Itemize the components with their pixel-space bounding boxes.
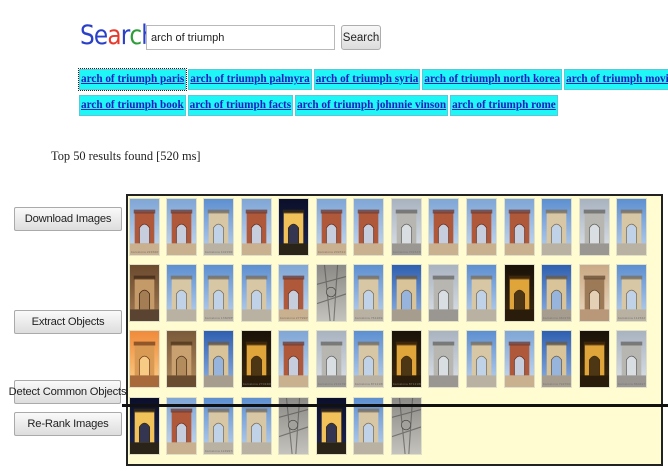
suggestion-link-book[interactable]: arch of triumph book xyxy=(79,95,186,116)
thumbnail-caption: barcelona 8712180 xyxy=(393,382,422,386)
thumbnail-caption: barcelona 2702468 xyxy=(243,382,272,386)
download-images-button[interactable]: Download Images xyxy=(14,207,122,231)
thumbnail-caption: barcelona 2097413 xyxy=(318,250,347,254)
thumbnail-grid: barcelona 2245667 barcelona 1021563 barcel… xyxy=(128,196,661,464)
image-thumbnail[interactable] xyxy=(166,330,197,388)
image-thumbnail[interactable] xyxy=(428,264,459,322)
image-thumbnail[interactable] xyxy=(203,330,234,388)
image-thumbnail[interactable] xyxy=(391,264,422,322)
thumbnail-caption: barcelona 2245667 xyxy=(131,250,160,254)
image-thumbnail[interactable]: barcelona 7612694 xyxy=(353,264,384,322)
thumbnail-caption: barcelona 4601764 xyxy=(543,316,572,320)
thumbnail-caption: barcelona 8712180 xyxy=(355,382,384,386)
image-thumbnail[interactable] xyxy=(579,198,610,256)
image-thumbnail[interactable]: barcelona 8604973 xyxy=(616,330,647,388)
image-thumbnail[interactable]: barcelona 21017993 xyxy=(316,330,347,388)
image-thumbnail[interactable]: barcelona 8712180 xyxy=(391,330,422,388)
image-thumbnail[interactable] xyxy=(129,330,160,388)
image-thumbnail[interactable] xyxy=(466,264,497,322)
image-thumbnail[interactable]: barcelona 7927004 xyxy=(541,330,572,388)
image-thumbnail[interactable] xyxy=(504,264,535,322)
suggestion-row-2: arch of triumph book arch of triumph fac… xyxy=(79,95,659,116)
image-thumbnail[interactable] xyxy=(579,330,610,388)
thumbnail-caption: barcelona 7612694 xyxy=(355,316,384,320)
image-thumbnail[interactable] xyxy=(504,198,535,256)
thumbnail-caption: barcelona 1021563 xyxy=(205,250,234,254)
thumbnail-caption: barcelona 27799056 xyxy=(280,316,309,320)
suggestion-link-north-korea[interactable]: arch of triumph north korea xyxy=(422,69,563,90)
image-thumbnail[interactable] xyxy=(166,264,197,322)
image-thumbnail[interactable] xyxy=(241,198,272,256)
image-thumbnail[interactable] xyxy=(428,330,459,388)
suggestion-link-johnnie-vinson[interactable]: arch of triumph johnnie vinson xyxy=(295,95,449,116)
row-separator xyxy=(122,404,668,407)
image-thumbnail[interactable] xyxy=(541,198,572,256)
thumbnail-caption: barcelona 21017993 xyxy=(318,382,347,386)
suggestion-link-syria[interactable]: arch of triumph syria xyxy=(313,69,421,90)
image-thumbnail[interactable] xyxy=(166,198,197,256)
image-thumbnail[interactable]: barcelona 11232271 xyxy=(616,264,647,322)
image-thumbnail[interactable]: barcelona 2097413 xyxy=(316,198,347,256)
logo-letter: c xyxy=(129,20,142,51)
suggestion-link-facts[interactable]: arch of triumph facts xyxy=(187,95,294,116)
image-thumbnail[interactable] xyxy=(466,198,497,256)
thumbnail-caption: barcelona 12499727 xyxy=(205,449,234,453)
suggestion-link-paris[interactable]: arch of triumph paris xyxy=(77,68,188,91)
image-thumbnail[interactable] xyxy=(129,264,160,322)
image-thumbnail[interactable] xyxy=(428,198,459,256)
image-results-panel: barcelona 2245667 barcelona 1021563 barcel… xyxy=(126,194,663,466)
image-thumbnail[interactable]: barcelona 7015230 xyxy=(391,198,422,256)
extract-objects-button[interactable]: Extract Objects xyxy=(14,310,122,334)
results-count: Top 50 results found [520 ms] xyxy=(51,149,201,163)
thumbnail-caption: barcelona 8604973 xyxy=(618,382,647,386)
image-thumbnail[interactable] xyxy=(466,330,497,388)
thumbnail-caption: barcelona 7015230 xyxy=(393,250,422,254)
image-thumbnail[interactable] xyxy=(241,264,272,322)
logo-letter: a xyxy=(107,20,121,51)
detect-common-objects-button[interactable]: Detect Common Objects xyxy=(9,380,127,404)
image-thumbnail[interactable]: barcelona 8712180 xyxy=(353,330,384,388)
image-thumbnail[interactable] xyxy=(316,264,347,322)
search-button[interactable]: Search xyxy=(341,25,381,50)
image-thumbnail[interactable] xyxy=(504,330,535,388)
thumbnail-caption: barcelona 13605858 xyxy=(205,316,234,320)
thumbnail-caption: barcelona 7927004 xyxy=(543,382,572,386)
image-thumbnail[interactable] xyxy=(579,264,610,322)
logo-letter: r xyxy=(120,20,131,51)
image-thumbnail[interactable] xyxy=(353,198,384,256)
suggestion-link-palmyra[interactable]: arch of triumph palmyra xyxy=(188,69,312,90)
query-suggestions: arch of triumph paris arch of triumph pa… xyxy=(77,68,668,121)
image-thumbnail[interactable] xyxy=(278,198,309,256)
image-thumbnail[interactable] xyxy=(616,198,647,256)
suggestion-link-movie[interactable]: arch of triumph movie xyxy=(564,69,668,90)
image-thumbnail[interactable]: barcelona 4601764 xyxy=(541,264,572,322)
re-rank-images-button[interactable]: Re-Rank Images xyxy=(14,412,122,436)
suggestion-row-1: arch of triumph paris arch of triumph pa… xyxy=(77,68,668,91)
image-thumbnail[interactable]: barcelona 13605858 xyxy=(203,264,234,322)
image-thumbnail[interactable]: barcelona 27799056 xyxy=(278,264,309,322)
logo-letter: S xyxy=(80,20,95,51)
image-thumbnail[interactable] xyxy=(278,330,309,388)
search-input[interactable] xyxy=(146,25,335,50)
thumbnail-caption: barcelona 11232271 xyxy=(618,316,647,320)
image-thumbnail[interactable]: barcelona 1021563 xyxy=(203,198,234,256)
image-thumbnail[interactable]: barcelona 2702468 xyxy=(241,330,272,388)
suggestion-link-rome[interactable]: arch of triumph rome xyxy=(450,95,558,116)
image-thumbnail[interactable]: barcelona 2245667 xyxy=(129,198,160,256)
logo-letter: e xyxy=(93,20,108,51)
